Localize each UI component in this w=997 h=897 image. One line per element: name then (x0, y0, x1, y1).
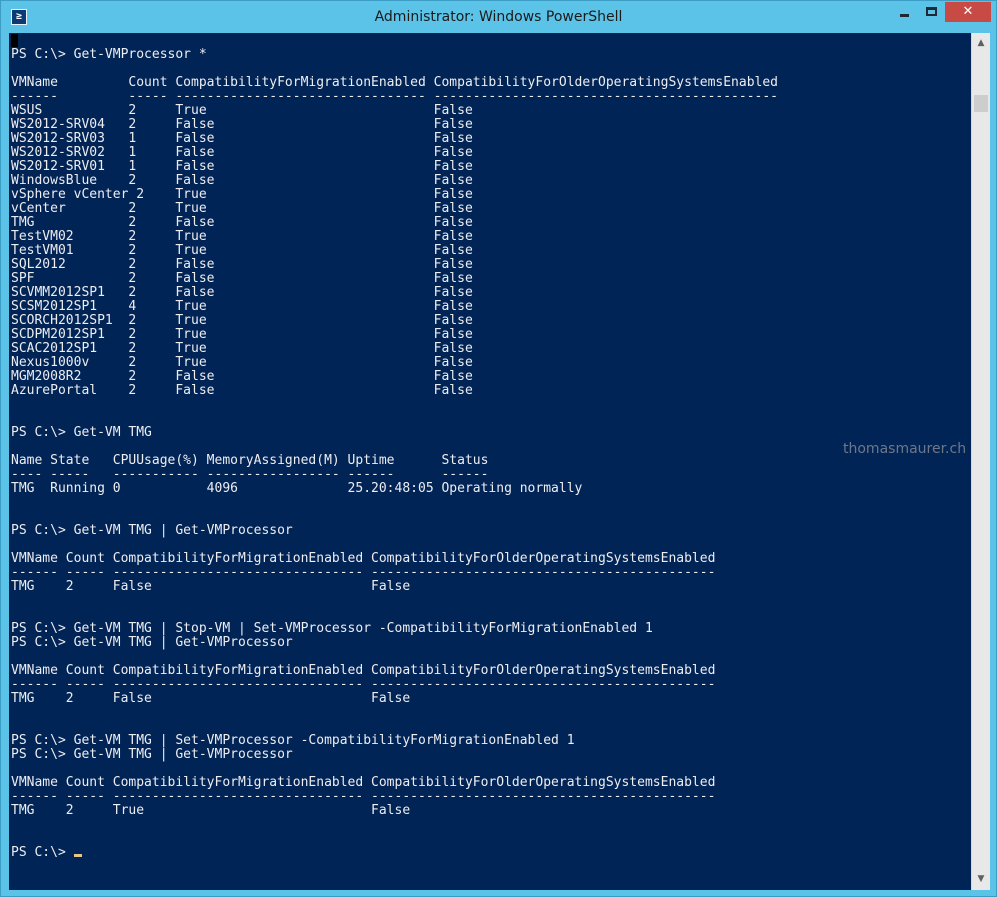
close-button[interactable]: ✕ (945, 2, 991, 22)
console-line: ------ ----- ---------------------------… (11, 565, 716, 580)
watermark: thomasmaurer.ch (843, 441, 967, 457)
console-line: VMName Count CompatibilityForMigrationEn… (11, 75, 779, 90)
powershell-window: ≥ Administrator: Windows PowerShell ✕ PS… (0, 0, 997, 897)
console-line: PS C:\> Get-VM TMG | Get-VMProcessor (11, 635, 293, 650)
input-caret (73, 854, 82, 857)
console-line: PS C:\> Get-VMProcessor * (11, 47, 207, 62)
scroll-thumb[interactable] (974, 95, 988, 112)
console-line: ------ ----- ---------------------------… (11, 789, 716, 804)
console-line: TMG 2 False False (11, 579, 411, 594)
close-icon: ✕ (962, 4, 974, 19)
console-line: MGM2008R2 2 False False (11, 369, 473, 384)
console-line: WS2012-SRV01 1 False False (11, 159, 473, 174)
console-line: TMG 2 False False (11, 215, 473, 230)
title-bar[interactable]: ≥ Administrator: Windows PowerShell ✕ (1, 1, 996, 33)
console-line: WS2012-SRV04 2 False False (11, 117, 473, 132)
console-line: Name State CPUUsage(%) MemoryAssigned(M)… (11, 453, 489, 468)
console-line: SCVMM2012SP1 2 False False (11, 285, 473, 300)
console-line: TestVM01 2 True False (11, 243, 473, 258)
console-line: PS C:\> (11, 846, 778, 860)
console-line: TMG 2 True False (11, 803, 411, 818)
console-line: AzurePortal 2 False False (11, 383, 473, 398)
console-line: VMName Count CompatibilityForMigrationEn… (11, 551, 716, 566)
scroll-down-arrow-icon[interactable]: ▼ (972, 871, 990, 888)
console-line: ------ ----- ---------------------------… (11, 89, 779, 104)
console-line: SCORCH2012SP1 2 True False (11, 313, 473, 328)
console-output[interactable]: PS C:\> Get-VMProcessor * VMName Count Co… (9, 33, 971, 890)
console-line: SPF 2 False False (11, 271, 473, 286)
console-line: PS C:\> Get-VM TMG | Get-VMProcessor (11, 523, 293, 538)
console-line: ---- ----- ----------- -----------------… (11, 467, 489, 482)
console-line: WSUS 2 True False (11, 103, 473, 118)
console-line: ------ ----- ---------------------------… (11, 677, 716, 692)
console-lines: PS C:\> Get-VMProcessor * VMName Count Co… (11, 34, 778, 860)
console-line: PS C:\> Get-VM TMG | Get-VMProcessor (11, 747, 293, 762)
scroll-up-arrow-icon[interactable]: ▲ (972, 35, 990, 52)
console-line: PS C:\> Get-VM TMG (11, 425, 152, 440)
console-line: WS2012-SRV02 1 False False (11, 145, 473, 160)
maximize-button[interactable] (918, 2, 945, 22)
console-line: Nexus1000v 2 True False (11, 355, 473, 370)
console-line: SCDPM2012SP1 2 True False (11, 327, 473, 342)
console-line: vSphere vCenter 2 True False (11, 187, 473, 202)
console-line: SCAC2012SP1 2 True False (11, 341, 473, 356)
console-line: TMG 2 False False (11, 691, 411, 706)
console-line: TestVM02 2 True False (11, 229, 473, 244)
minimize-button[interactable] (891, 2, 918, 22)
console-line: PS C:\> Get-VM TMG | Set-VMProcessor -Co… (11, 733, 575, 748)
console-line: SCSM2012SP1 4 True False (11, 299, 473, 314)
window-title: Administrator: Windows PowerShell (374, 9, 623, 25)
console-line: VMName Count CompatibilityForMigrationEn… (11, 775, 716, 790)
console-line: TMG Running 0 4096 25.20:48:05 Operating… (11, 481, 583, 496)
console-line: WindowsBlue 2 False False (11, 173, 473, 188)
minimize-icon (900, 14, 909, 17)
maximize-icon (926, 7, 937, 16)
console-line: VMName Count CompatibilityForMigrationEn… (11, 663, 716, 678)
console-line: SQL2012 2 False False (11, 257, 473, 272)
vertical-scrollbar[interactable]: ▲ ▼ (971, 33, 990, 890)
console-line: vCenter 2 True False (11, 201, 473, 216)
console-line: PS C:\> Get-VM TMG | Stop-VM | Set-VMPro… (11, 621, 653, 636)
console-line: WS2012-SRV03 1 False False (11, 131, 473, 146)
